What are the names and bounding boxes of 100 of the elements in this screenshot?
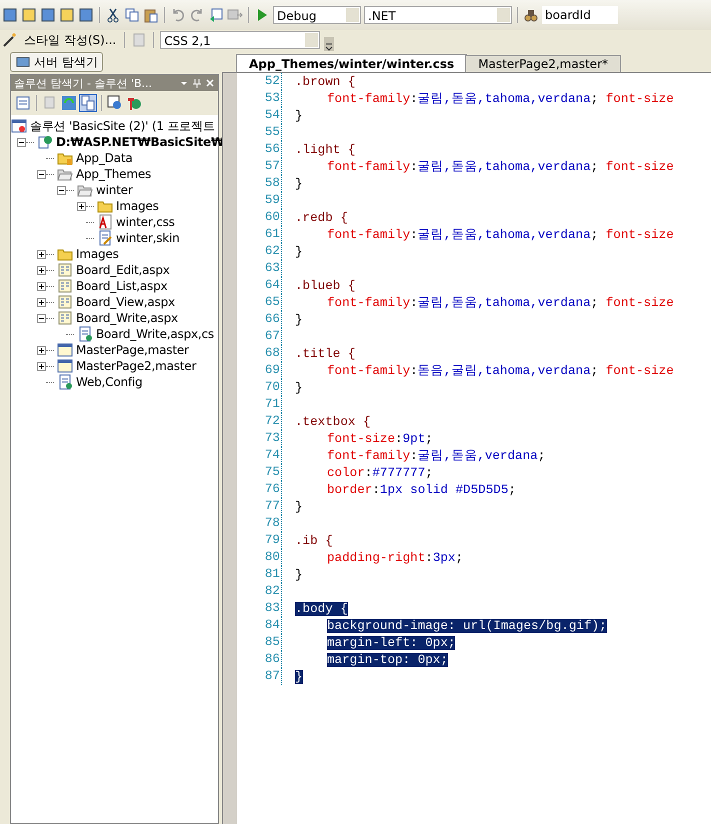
server-icon xyxy=(15,55,31,69)
line-number: 86 xyxy=(237,651,282,668)
panel-title: 솔루션 탐색기 - 솔루션 'B... xyxy=(14,76,154,90)
line-number: 77 xyxy=(237,498,282,515)
line-number: 56 xyxy=(237,141,282,158)
debug-dropdown[interactable]: Debug xyxy=(273,6,361,24)
code-line: } xyxy=(295,176,303,190)
tree-item[interactable]: Board_Edit,aspx xyxy=(76,263,170,277)
code-file-icon xyxy=(77,326,93,342)
code-line: } xyxy=(295,568,303,582)
toolbar-document-icon[interactable] xyxy=(21,7,37,23)
navigate-icon[interactable] xyxy=(208,7,224,23)
line-number: 76 xyxy=(237,481,282,498)
expand-icon[interactable] xyxy=(37,298,46,306)
code-line: .brown { xyxy=(295,74,356,88)
code-line: font-size:9pt; xyxy=(326,432,433,446)
tree-item[interactable]: winter,css xyxy=(116,215,175,229)
code-line: } xyxy=(295,244,303,258)
new-style-button[interactable]: 스타일 작성(S)... xyxy=(22,32,118,48)
tree-item[interactable]: MasterPage2,master xyxy=(76,359,196,373)
stylesheet-icon xyxy=(97,214,113,230)
toolbar-document-icon[interactable] xyxy=(2,7,18,23)
server-explorer-tab[interactable]: 서버 탐색기 xyxy=(10,52,103,72)
code-line: .blueb { xyxy=(295,278,356,292)
paste-icon[interactable] xyxy=(143,7,159,23)
properties-icon[interactable] xyxy=(15,95,31,111)
tree-item[interactable]: App_Data xyxy=(76,151,132,165)
collapse-icon[interactable] xyxy=(57,186,66,194)
code-line: } xyxy=(295,312,303,326)
line-number: 59 xyxy=(237,192,282,209)
collapse-icon[interactable] xyxy=(37,314,46,322)
line-number: 81 xyxy=(237,566,282,583)
tree-item[interactable]: D:₩ASP.NET₩BasicSite₩ xyxy=(56,135,224,149)
line-number: 75 xyxy=(237,464,282,481)
view-code-icon[interactable] xyxy=(107,95,123,111)
config-file-icon xyxy=(57,374,73,390)
css-version-dropdown[interactable]: CSS 2,1 xyxy=(160,31,320,49)
toolbar-overflow-icon[interactable] xyxy=(324,37,334,51)
expand-icon[interactable] xyxy=(37,250,46,258)
line-number: 85 xyxy=(237,634,282,651)
code-line: } xyxy=(295,108,303,122)
tree-item[interactable]: 솔루션 'BasicSite (2)' (1 프로젝트 xyxy=(30,118,215,134)
config-dropdown[interactable]: .NET xyxy=(364,6,512,24)
line-number: 78 xyxy=(237,515,282,532)
expand-icon[interactable] xyxy=(37,346,46,354)
close-icon[interactable] xyxy=(205,78,215,88)
line-number: 87 xyxy=(237,668,282,685)
line-number: 63 xyxy=(237,260,282,277)
editor-tab[interactable]: App_Themes/winter/winter.css xyxy=(236,54,468,72)
code-line: font-family:굴림,돋움,tahoma,verdana; font-size xyxy=(326,295,674,311)
tree-item[interactable]: MasterPage,master xyxy=(76,343,189,357)
toolbar-document-icon[interactable] xyxy=(40,7,56,23)
page-icon xyxy=(57,294,73,310)
code-line: font-family:굴림,돋움,tahoma,verdana; font-size xyxy=(326,91,674,107)
code-line: font-family:굴림,돋움,tahoma,verdana; font-size xyxy=(326,159,674,175)
toolbar-document-icon[interactable] xyxy=(78,7,94,23)
code-line: } xyxy=(295,500,303,514)
expand-icon[interactable] xyxy=(77,202,86,210)
code-line: .ib { xyxy=(295,534,333,548)
binoculars-icon[interactable] xyxy=(523,7,539,23)
code-line: .redb { xyxy=(295,210,348,224)
line-number: 60 xyxy=(237,209,282,226)
line-number: 52 xyxy=(237,73,282,90)
collapse-icon[interactable] xyxy=(37,170,46,178)
code-line: .title { xyxy=(295,346,356,360)
expand-icon[interactable] xyxy=(37,282,46,290)
tree-item[interactable]: winter xyxy=(96,183,133,197)
tree-item[interactable]: Board_Write,aspx,cs xyxy=(96,327,214,341)
tree-item[interactable]: Web,Config xyxy=(76,375,142,389)
pin-icon[interactable] xyxy=(192,78,202,88)
tree-item[interactable]: Board_View,aspx xyxy=(76,295,175,309)
line-number: 58 xyxy=(237,175,282,192)
tree-item[interactable]: Images xyxy=(76,247,119,261)
refresh-icon[interactable] xyxy=(61,95,77,111)
line-number: 70 xyxy=(237,379,282,396)
toolbar-document-icon[interactable] xyxy=(59,7,75,23)
expand-icon[interactable] xyxy=(37,266,46,274)
page-icon xyxy=(57,262,73,278)
tree-item[interactable]: Board_List,aspx xyxy=(76,279,168,293)
find-field[interactable]: boardId xyxy=(542,6,618,24)
expand-icon[interactable] xyxy=(37,362,46,370)
code-line: border:1px solid #D5D5D5; xyxy=(326,482,516,496)
tree-item[interactable]: Board_Write,aspx xyxy=(76,311,178,325)
copy-icon[interactable] xyxy=(124,7,140,23)
tree-item[interactable]: Images xyxy=(116,199,159,213)
editor-tab[interactable]: MasterPage2,master* xyxy=(465,55,621,72)
line-number: 83 xyxy=(237,600,282,617)
cut-icon[interactable] xyxy=(105,7,121,23)
tree-item[interactable]: App_Themes xyxy=(76,167,152,181)
line-number: 57 xyxy=(237,158,282,175)
code-line: padding-right:3px; xyxy=(326,550,464,564)
line-number: 54 xyxy=(237,107,282,124)
tree-item[interactable]: winter,skin xyxy=(116,231,180,245)
line-number: 84 xyxy=(237,617,282,634)
page-icon xyxy=(57,310,73,326)
collapse-icon[interactable] xyxy=(17,138,26,146)
wand-icon[interactable] xyxy=(2,32,18,48)
line-number: 82 xyxy=(237,583,282,600)
line-number: 55 xyxy=(237,124,282,141)
line-number: 74 xyxy=(237,447,282,464)
